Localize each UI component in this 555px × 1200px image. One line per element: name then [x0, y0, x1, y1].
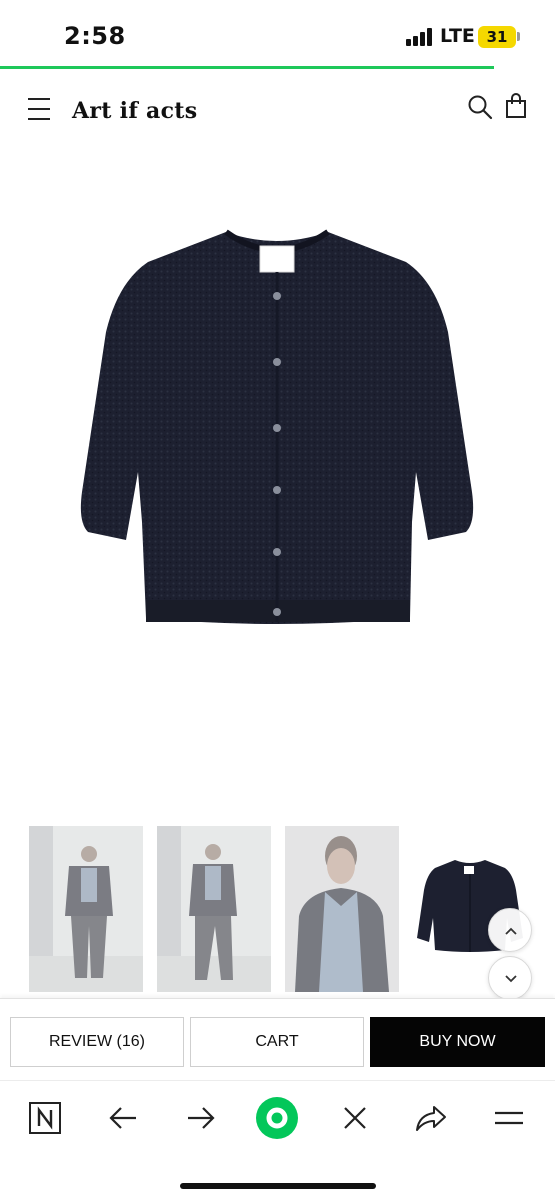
close-icon[interactable]: [338, 1101, 372, 1135]
buy-now-button[interactable]: BUY NOW: [370, 1017, 545, 1067]
search-icon[interactable]: [467, 94, 493, 120]
thumbnail-strip: [0, 826, 555, 1000]
status-bar: 2:58 LTE 31: [0, 0, 555, 66]
thumbnail-model-full-body-front[interactable]: [29, 826, 143, 992]
home-indicator: [180, 1183, 376, 1189]
status-time: 2:58: [64, 22, 126, 50]
purchase-action-bar: REVIEW (16) CART BUY NOW: [0, 998, 555, 1080]
browser-toolbar: [0, 1080, 555, 1200]
hamburger-menu-icon[interactable]: [28, 98, 50, 120]
battery-cap: [517, 32, 520, 41]
review-button[interactable]: REVIEW (16): [10, 1017, 184, 1067]
forward-arrow-icon[interactable]: [184, 1101, 218, 1135]
back-arrow-icon[interactable]: [106, 1101, 140, 1135]
page-load-progress: [0, 66, 494, 69]
menu-icon[interactable]: [492, 1101, 526, 1135]
naver-n-icon[interactable]: [28, 1101, 62, 1135]
chevron-down-icon: [505, 975, 517, 983]
app-header: Art if acts: [0, 80, 555, 140]
scroll-down-button[interactable]: [488, 956, 532, 1000]
signal-icon: [406, 28, 434, 46]
shopping-bag-icon[interactable]: [505, 93, 527, 119]
product-main-image[interactable]: [76, 222, 478, 632]
scroll-up-button[interactable]: [488, 908, 532, 952]
chevron-up-icon: [505, 927, 517, 935]
cart-button[interactable]: CART: [190, 1017, 364, 1067]
thumbnail-model-full-body-side[interactable]: [157, 826, 271, 992]
network-type: LTE: [440, 25, 475, 47]
thumbnail-model-closeup[interactable]: [285, 826, 399, 992]
green-home-icon[interactable]: [254, 1095, 300, 1141]
brand-logo[interactable]: Art if acts: [72, 98, 197, 124]
battery-icon: 31: [478, 26, 516, 48]
share-icon[interactable]: [414, 1101, 448, 1135]
